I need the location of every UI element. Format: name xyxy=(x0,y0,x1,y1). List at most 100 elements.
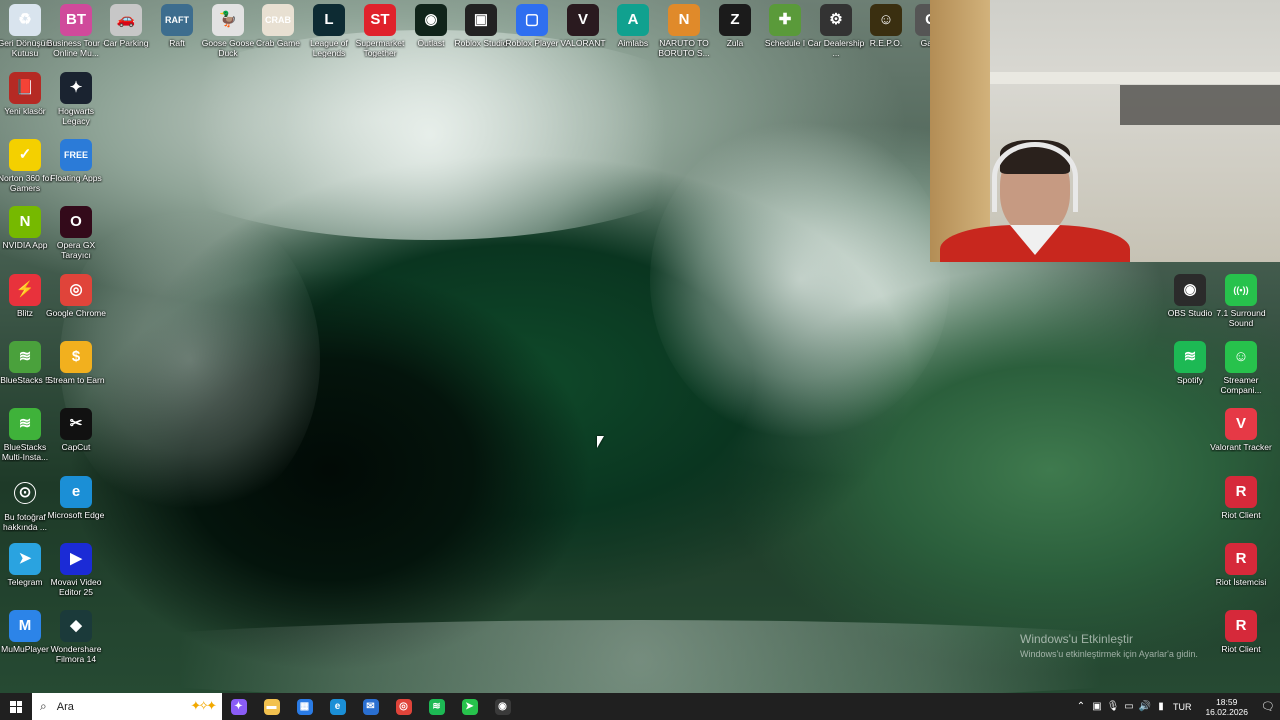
nvidia-app-glyph-icon: N xyxy=(9,206,41,238)
car-parking-glyph-icon: 🚗 xyxy=(110,4,142,36)
battery-icon[interactable]: ▮ xyxy=(1153,701,1169,712)
taskbar-search[interactable]: ⌕ Ara ✦✧✦ xyxy=(32,693,222,720)
notification-icon[interactable]: 🗨 xyxy=(1256,700,1280,713)
desktop-icon-label: Streamer Compani... xyxy=(1220,375,1262,395)
repo-glyph-icon: ☺ xyxy=(870,4,902,36)
yeni-klasor-glyph-icon: 📕 xyxy=(9,72,41,104)
zula-glyph-icon: Z xyxy=(719,4,751,36)
obs-taskbar-icon[interactable]: ◉ xyxy=(486,693,519,720)
edge-taskbar-icon[interactable]: e xyxy=(321,693,354,720)
outlast-glyph-icon: ◉ xyxy=(415,4,447,36)
bluestacks-multi-glyph-icon: ≋ xyxy=(9,408,41,440)
activation-watermark: Windows'u Etkinleştir Windows'u etkinleş… xyxy=(1020,632,1270,662)
spotify-glyph-icon: ≋ xyxy=(1174,341,1206,373)
movavi-icon[interactable]: ▶ Movavi Video Editor 25 xyxy=(45,543,107,597)
store-icon[interactable]: ▦ xyxy=(288,693,321,720)
chrome-taskbar-icon[interactable]: ◎ xyxy=(387,693,420,720)
floating-apps-glyph-icon: FREE xyxy=(60,139,92,171)
spotify-taskbar-glyph-icon: ≋ xyxy=(428,698,445,715)
opera-gx-icon[interactable]: O Opera GX Tarayıcı xyxy=(45,206,107,260)
file-explorer-icon[interactable]: ▬ xyxy=(255,693,288,720)
headphones xyxy=(992,142,1078,212)
display-icon[interactable]: ▭ xyxy=(1121,701,1137,712)
obs-studio-glyph-icon: ◉ xyxy=(1174,274,1206,306)
volume-icon[interactable]: 🔊 xyxy=(1137,701,1153,712)
streamer-taskbar-glyph-icon: ➤ xyxy=(461,698,478,715)
watermark-subtitle: Windows'u etkinleştirmek için Ayarlar'a … xyxy=(1020,649,1198,659)
desktop-icon-label: Opera GX Tarayıcı xyxy=(56,240,96,260)
raft-glyph-icon: RAFT xyxy=(161,4,193,36)
desktop-icon-label: Riot İstemcisi xyxy=(1215,577,1267,587)
language-indicator[interactable]: TUR xyxy=(1173,702,1192,712)
streamer-companion-icon[interactable]: ☺ Streamer Compani... xyxy=(1210,341,1272,395)
chrome-taskbar-glyph-icon: ◎ xyxy=(395,698,412,715)
clock[interactable]: 18:59 16.02.2026 xyxy=(1205,697,1248,717)
streamer-taskbar-icon[interactable]: ➤ xyxy=(453,693,486,720)
goose-goose-duck-glyph-icon: 🦆 xyxy=(212,4,244,36)
telegram-glyph-icon: ➤ xyxy=(9,543,41,575)
bluestacks-5-glyph-icon: ≋ xyxy=(9,341,41,373)
crab-game-glyph-icon: CRAB xyxy=(262,4,294,36)
supermarket-together-glyph-icon: ST xyxy=(364,4,396,36)
desktop-icon-label: Wondershare Filmora 14 xyxy=(50,644,102,664)
stream-to-earn-glyph-icon: $ xyxy=(60,341,92,373)
surround-sound-icon[interactable]: ((•)) 7.1 Surround Sound xyxy=(1210,274,1272,328)
filmora-glyph-icon: ◆ xyxy=(60,610,92,642)
riot-istemcisi-glyph-icon: R xyxy=(1225,543,1257,575)
microsoft-edge-glyph-icon: e xyxy=(60,476,92,508)
filmora-icon[interactable]: ◆ Wondershare Filmora 14 xyxy=(45,610,107,664)
taskbar-apps: ✦ ▬ ▦ e ✉ ◎ ≋ ➤ ◉ xyxy=(222,693,519,720)
mumuplayer-glyph-icon: M xyxy=(9,610,41,642)
opera-gx-glyph-icon: O xyxy=(60,206,92,238)
floating-apps-icon[interactable]: FREE Floating Apps xyxy=(45,139,107,183)
copilot-icon[interactable]: ✦ xyxy=(222,693,255,720)
start-button[interactable] xyxy=(0,693,32,720)
business-tour-glyph-icon: BT xyxy=(60,4,92,36)
car-dealership-glyph-icon: ⚙ xyxy=(820,4,852,36)
chevron-up-icon[interactable]: ⌃ xyxy=(1073,701,1089,712)
microsoft-edge-icon[interactable]: e Microsoft Edge xyxy=(45,476,107,520)
file-explorer-glyph-icon: ▬ xyxy=(263,698,280,715)
search-icon: ⌕ xyxy=(40,699,47,713)
desktop-icon-label: Movavi Video Editor 25 xyxy=(50,577,102,597)
obs-taskbar-glyph-icon: ◉ xyxy=(494,698,511,715)
desktop-icon-label: Valorant Tracker xyxy=(1210,442,1272,452)
desktop-icon-label: Stream to Earn xyxy=(47,375,105,385)
capcut-glyph-icon: ✂ xyxy=(60,408,92,440)
valorant-tracker-glyph-icon: V xyxy=(1225,408,1257,440)
desktop-icon-label: Floating Apps xyxy=(50,173,102,183)
recycle-bin-glyph-icon: ♻ xyxy=(9,4,41,36)
webcam-overlay xyxy=(930,0,1280,262)
taskbar: ⌕ Ara ✦✧✦ ✦ ▬ ▦ e ✉ ◎ ≋ ➤ ◉ ⌃ ▣ 🎙 ▭ 🔊 ▮ TUR 18:5… xyxy=(0,693,1280,720)
capcut-icon[interactable]: ✂ CapCut xyxy=(45,408,107,452)
desktop-icon-label: Hogwarts Legacy xyxy=(58,106,94,126)
desktop-icon-label: 7.1 Surround Sound xyxy=(1216,308,1266,328)
clock-time: 18:59 xyxy=(1216,696,1238,707)
riot-istemcisi-icon[interactable]: R Riot İstemcisi xyxy=(1210,543,1272,587)
network-icon[interactable]: ▣ xyxy=(1089,701,1105,712)
valorant-tracker-icon[interactable]: V Valorant Tracker xyxy=(1210,408,1272,452)
movavi-glyph-icon: ▶ xyxy=(60,543,92,575)
desktop-icon-label: Riot Client xyxy=(1221,510,1261,520)
streamer-companion-glyph-icon: ☺ xyxy=(1225,341,1257,373)
aimlabs-glyph-icon: A xyxy=(617,4,649,36)
riot-client-icon-1[interactable]: R Riot Client xyxy=(1210,476,1272,520)
stream-to-earn-icon[interactable]: $ Stream to Earn xyxy=(45,341,107,385)
mail-icon[interactable]: ✉ xyxy=(354,693,387,720)
edge-taskbar-glyph-icon: e xyxy=(329,698,346,715)
mail-glyph-icon: ✉ xyxy=(362,698,379,715)
spotify-taskbar-icon[interactable]: ≋ xyxy=(420,693,453,720)
watermark-title: Windows'u Etkinleştir xyxy=(1020,632,1133,646)
league-of-legends-glyph-icon: L xyxy=(313,4,345,36)
hogwarts-legacy-glyph-icon: ✦ xyxy=(60,72,92,104)
hogwarts-legacy-icon[interactable]: ✦ Hogwarts Legacy xyxy=(45,72,107,126)
desktop-icon-label: CapCut xyxy=(61,442,91,452)
riot-client-glyph-icon: R xyxy=(1225,476,1257,508)
schedule-i-glyph-icon: ✚ xyxy=(769,4,801,36)
desktop-icon-label: Microsoft Edge xyxy=(47,510,105,520)
search-placeholder: Ara xyxy=(56,700,74,713)
microphone-icon[interactable]: 🎙 xyxy=(1105,701,1121,712)
store-glyph-icon: ▦ xyxy=(296,698,313,715)
system-tray: ⌃ ▣ 🎙 ▭ 🔊 ▮ TUR 18:59 16.02.2026 🗨 xyxy=(1073,693,1280,720)
google-chrome-icon[interactable]: ◎ Google Chrome xyxy=(45,274,107,318)
